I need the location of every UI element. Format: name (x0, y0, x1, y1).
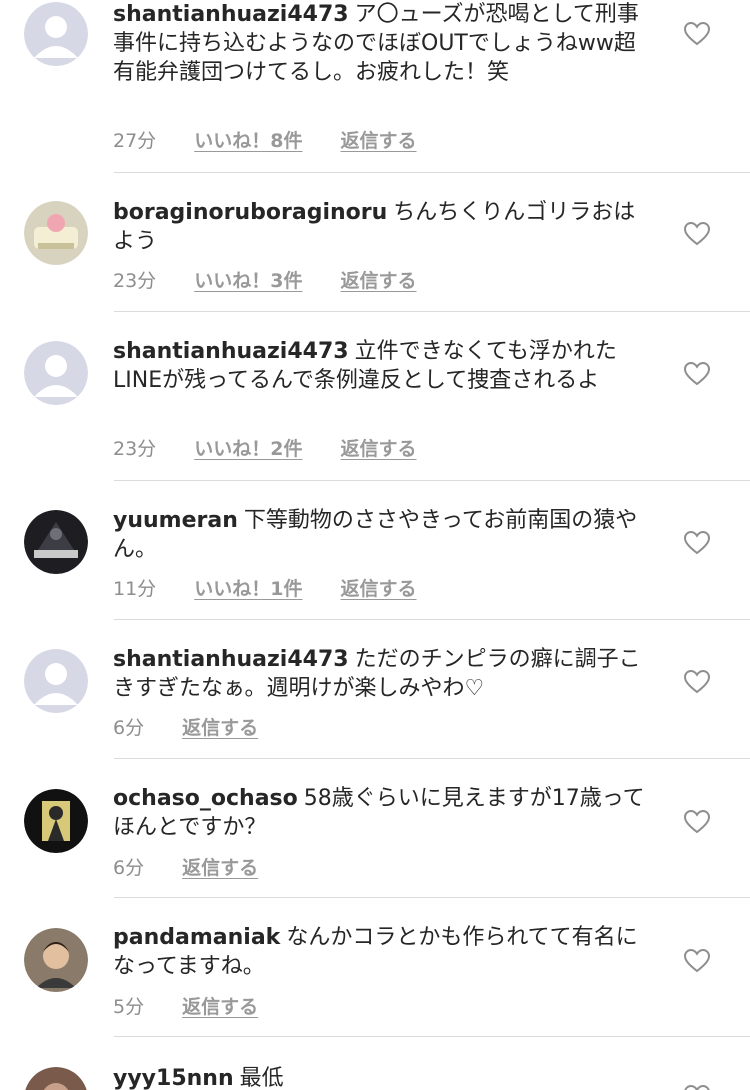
avatar[interactable] (24, 928, 88, 992)
likes-count-link[interactable]: いいね！2件 (194, 438, 302, 460)
comment-body: ochaso_ochaso 58歳ぐらいに見えますが17歳ってほんとですか？ (113, 784, 653, 842)
avatar[interactable] (24, 201, 88, 265)
default-avatar-icon[interactable] (24, 649, 88, 713)
comment-item: boraginoruboraginoru ちんちくりんゴリラおはよう 23分 いい… (0, 173, 750, 312)
comment-username[interactable]: yyy15nnn (113, 1066, 234, 1090)
reply-button[interactable]: 返信する (341, 438, 417, 460)
reply-button[interactable]: 返信する (182, 857, 258, 879)
comment-item: ochaso_ochaso 58歳ぐらいに見えますが17歳ってほんとですか？ 6分… (0, 759, 750, 898)
comment-text: 最低 (239, 1066, 284, 1090)
comment-time: 6分 (113, 857, 145, 879)
comment-meta: 5分 返信する (113, 992, 290, 1019)
reply-button[interactable]: 返信する (341, 578, 417, 600)
comment-time: 23分 (113, 438, 157, 460)
comment-body: yyy15nnn 最低 (113, 1064, 653, 1090)
comment-body: pandamaniak なんかコラとかも作られてて有名になってますね。 (113, 923, 653, 981)
comment-body: yuumeran 下等動物のささやきってお前南国の猿やん。 (113, 506, 653, 564)
comment-meta: 23分 いいね！2件 返信する (113, 434, 449, 461)
likes-count-link[interactable]: いいね！8件 (194, 130, 302, 152)
comment-meta: 11分 いいね！1件 返信する (113, 574, 449, 601)
comment-body: shantianhuazi4473 立件できなくても浮かれたLINEが残ってるんで… (113, 337, 653, 395)
comment-body: shantianhuazi4473 ただのチンピラの癖に調子こきすぎたなぁ。週明け… (113, 645, 653, 703)
comment-item: yuumeran 下等動物のささやきってお前南国の猿やん。 11分 いいね！1件 … (0, 481, 750, 620)
like-heart-icon[interactable] (684, 1085, 710, 1090)
comment-item: yyy15nnn 最低 (0, 1037, 750, 1090)
like-heart-icon[interactable] (684, 531, 710, 555)
comment-time: 27分 (113, 130, 157, 152)
comment-username[interactable]: ochaso_ochaso (113, 786, 298, 811)
comment-body: boraginoruboraginoru ちんちくりんゴリラおはよう (113, 198, 653, 256)
avatar[interactable] (24, 789, 88, 853)
comment-item: shantianhuazi4473 ただのチンピラの癖に調子こきすぎたなぁ。週明け… (0, 620, 750, 759)
reply-button[interactable]: 返信する (341, 270, 417, 292)
comment-item: shantianhuazi4473 ア〇ューズが恐喝として刑事事件に持ち込むような… (0, 0, 750, 173)
likes-count-link[interactable]: いいね！3件 (194, 270, 302, 292)
comment-meta: 27分 いいね！8件 返信する (113, 126, 449, 153)
default-avatar-icon[interactable] (24, 2, 88, 66)
like-heart-icon[interactable] (684, 810, 710, 834)
comment-meta: 23分 いいね！3件 返信する (113, 266, 449, 293)
comment-username[interactable]: pandamaniak (113, 925, 280, 950)
comment-body: shantianhuazi4473 ア〇ューズが恐喝として刑事事件に持ち込むような… (113, 0, 653, 87)
reply-button[interactable]: 返信する (341, 130, 417, 152)
like-heart-icon[interactable] (684, 222, 710, 246)
comment-time: 6分 (113, 717, 145, 739)
reply-button[interactable]: 返信する (182, 996, 258, 1018)
comment-meta: 6分 返信する (113, 713, 290, 740)
comment-time: 11分 (113, 578, 157, 600)
reply-button[interactable]: 返信する (182, 717, 258, 739)
like-heart-icon[interactable] (684, 949, 710, 973)
comment-item: shantianhuazi4473 立件できなくても浮かれたLINEが残ってるんで… (0, 312, 750, 481)
comment-username[interactable]: boraginoruboraginoru (113, 200, 387, 225)
like-heart-icon[interactable] (684, 362, 710, 386)
like-heart-icon[interactable] (684, 670, 710, 694)
comment-username[interactable]: shantianhuazi4473 (113, 647, 349, 672)
comment-item: pandamaniak なんかコラとかも作られてて有名になってますね。 5分 返信… (0, 898, 750, 1037)
comment-username[interactable]: yuumeran (113, 508, 238, 533)
default-avatar-icon[interactable] (24, 341, 88, 405)
likes-count-link[interactable]: いいね！1件 (194, 578, 302, 600)
like-heart-icon[interactable] (684, 22, 710, 46)
avatar[interactable] (24, 510, 88, 574)
comment-time: 5分 (113, 996, 145, 1018)
comment-meta: 6分 返信する (113, 853, 290, 880)
comment-username[interactable]: shantianhuazi4473 (113, 2, 349, 27)
comment-time: 23分 (113, 270, 157, 292)
comment-username[interactable]: shantianhuazi4473 (113, 339, 349, 364)
avatar[interactable] (24, 1067, 88, 1090)
